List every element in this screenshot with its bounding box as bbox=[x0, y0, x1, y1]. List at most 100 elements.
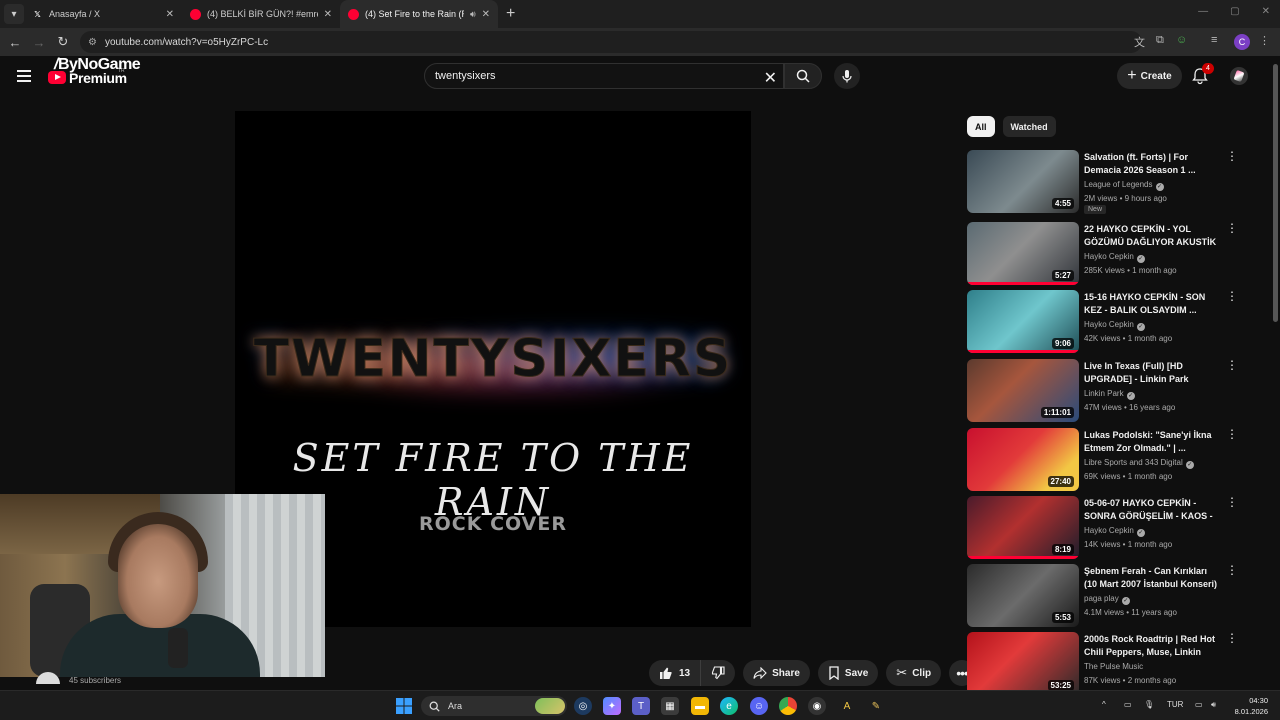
microphone-icon[interactable]: 🎙︎ bbox=[1144, 700, 1154, 709]
video-title[interactable]: 15-16 HAYKO CEPKİN - SON KEZ - BALIK OLS… bbox=[1084, 291, 1219, 317]
scrollbar-thumb[interactable] bbox=[1273, 64, 1278, 322]
close-icon[interactable]: ✕ bbox=[166, 9, 174, 20]
minimize-icon[interactable]: — bbox=[1198, 6, 1208, 17]
video-thumbnail[interactable]: 1:11:01 bbox=[967, 359, 1079, 422]
audio-icon[interactable]: 🔊︎ bbox=[470, 9, 476, 20]
video-title[interactable]: Salvation (ft. Forts) | For Demacia 2026… bbox=[1084, 151, 1219, 177]
clip-button[interactable]: ✂ Clip bbox=[886, 660, 942, 686]
discord-icon[interactable]: ☺ bbox=[750, 697, 768, 715]
recommendation-item[interactable]: 9:06 15-16 HAYKO CEPKİN - SON KEZ - BALIK… bbox=[967, 290, 1247, 353]
forward-icon[interactable]: → bbox=[27, 35, 51, 50]
back-icon[interactable]: ← bbox=[3, 35, 27, 50]
tab-search-button[interactable]: ▾ bbox=[4, 4, 24, 24]
video-thumbnail[interactable]: 8:19 bbox=[967, 496, 1079, 559]
hamburger-menu-icon[interactable] bbox=[17, 70, 31, 82]
channel-name[interactable]: Linkin Park ✓ bbox=[1084, 389, 1135, 400]
video-title[interactable]: 05-06-07 HAYKO CEPKİN - SONRA GÖRÜŞELİM … bbox=[1084, 497, 1219, 524]
chevron-up-icon[interactable]: ^ bbox=[1102, 700, 1106, 709]
app-icon[interactable]: ◎ bbox=[574, 697, 592, 715]
browser-tab[interactable]: 𝕏 Anasayfa / X ✕ bbox=[24, 0, 182, 28]
channel-name[interactable]: Hayko Cepkin ✓ bbox=[1084, 252, 1145, 263]
video-thumbnail[interactable]: 4:55 bbox=[967, 150, 1079, 213]
video-thumbnail[interactable]: 5:53 bbox=[967, 564, 1079, 627]
taskbar-search[interactable]: Ara bbox=[421, 696, 567, 716]
kebab-menu-icon[interactable]: ⋮ bbox=[1226, 428, 1238, 440]
recommendation-item[interactable]: 5:53 Şebnem Ferah - Can Kırıkları (10 Mar… bbox=[967, 564, 1247, 627]
recommendation-item[interactable]: 8:19 05-06-07 HAYKO CEPKİN - SONRA GÖRÜŞE… bbox=[967, 496, 1247, 559]
video-title[interactable]: Lukas Podolski: "Sane'yi İkna Etmem Zor … bbox=[1084, 429, 1219, 455]
channel-name[interactable]: Hayko Cepkin ✓ bbox=[1084, 320, 1145, 331]
recommendation-item[interactable]: 27:40 Lukas Podolski: "Sane'yi İkna Etmem… bbox=[967, 428, 1247, 491]
close-icon[interactable]: ✕ bbox=[482, 9, 490, 20]
video-title[interactable]: 22 HAYKO CEPKİN - YOL GÖZÜMÜ DAĞLIYOR AK… bbox=[1084, 223, 1219, 250]
video-title[interactable]: 2000s Rock Roadtrip | Red Hot Chili Pepp… bbox=[1084, 633, 1219, 660]
kebab-menu-icon[interactable]: ⋮ bbox=[1226, 632, 1238, 644]
close-icon[interactable]: ✕ bbox=[324, 9, 332, 20]
kebab-menu-icon[interactable]: ⋮ bbox=[1226, 496, 1238, 508]
network-icon[interactable]: ▭ bbox=[1124, 700, 1132, 709]
reload-icon[interactable]: ↻ bbox=[51, 34, 75, 50]
maximize-icon[interactable]: ▢ bbox=[1230, 6, 1239, 17]
video-thumbnail[interactable]: 27:40 bbox=[967, 428, 1079, 491]
chrome-icon[interactable] bbox=[779, 697, 797, 715]
close-window-icon[interactable]: ✕ bbox=[1262, 6, 1270, 17]
copilot-icon[interactable]: ✦ bbox=[603, 697, 621, 715]
obs-icon[interactable]: ◉ bbox=[808, 697, 826, 715]
recommendation-item[interactable]: 53:25 2000s Rock Roadtrip | Red Hot Chili… bbox=[967, 632, 1247, 695]
browser-tab[interactable]: (4) BELKİ BİR GÜN?! #emreaydı ✕ bbox=[182, 0, 340, 28]
video-title[interactable]: Şebnem Ferah - Can Kırıkları (10 Mart 20… bbox=[1084, 565, 1219, 591]
recommendation-item[interactable]: 5:27 22 HAYKO CEPKİN - YOL GÖZÜMÜ DAĞLIYO… bbox=[967, 222, 1247, 285]
system-clock[interactable]: 04:30 8.01.2026 bbox=[1232, 695, 1268, 717]
create-button[interactable]: + Create bbox=[1117, 63, 1182, 89]
dislike-button[interactable] bbox=[701, 660, 735, 686]
recommendation-item[interactable]: 1:11:01 Live In Texas (Full) [HD UPGRADE]… bbox=[967, 359, 1247, 422]
video-title[interactable]: Live In Texas (Full) [HD UPGRADE] - Link… bbox=[1084, 360, 1219, 386]
voice-search-button[interactable] bbox=[834, 63, 860, 89]
video-thumbnail[interactable]: 9:06 bbox=[967, 290, 1079, 353]
clear-search-icon[interactable]: ✕ bbox=[764, 68, 777, 88]
save-button[interactable]: Save bbox=[817, 660, 879, 686]
notes-icon[interactable]: ✎ bbox=[867, 697, 885, 715]
kebab-menu-icon[interactable]: ⋮ bbox=[1226, 150, 1238, 162]
windows-start-icon[interactable] bbox=[395, 697, 413, 715]
channel-name[interactable]: The Pulse Music bbox=[1084, 662, 1143, 671]
teams-icon[interactable]: T bbox=[632, 697, 650, 715]
channel-name[interactable]: paga play ✓ bbox=[1084, 594, 1130, 605]
chip-all[interactable]: All bbox=[967, 116, 995, 137]
kebab-menu-icon[interactable]: ⋮ bbox=[1226, 290, 1238, 302]
menu-icon[interactable]: ⋮ bbox=[1259, 34, 1270, 47]
kebab-menu-icon[interactable]: ⋮ bbox=[1226, 222, 1238, 234]
notifications-button[interactable]: 4 bbox=[1192, 63, 1214, 85]
app-icon-a[interactable]: A bbox=[838, 697, 856, 715]
url-bar[interactable]: ⚙ youtube.com/watch?v=o5HyZrPC-Lc bbox=[80, 31, 1142, 53]
kebab-menu-icon[interactable]: ⋮ bbox=[1226, 359, 1238, 371]
volume-icon[interactable]: 🔊︎ bbox=[1211, 700, 1216, 710]
search-button[interactable] bbox=[784, 63, 822, 89]
cast-icon[interactable]: ⧉ bbox=[1156, 34, 1164, 47]
page-scrollbar[interactable] bbox=[1271, 56, 1280, 690]
file-explorer-icon[interactable]: ▬ bbox=[691, 697, 709, 715]
account-avatar[interactable] bbox=[1230, 67, 1248, 85]
new-tab-button[interactable]: + bbox=[506, 5, 515, 23]
kebab-menu-icon[interactable]: ⋮ bbox=[1226, 564, 1238, 576]
store-icon[interactable]: ▦ bbox=[661, 697, 679, 715]
search-input[interactable]: twentysixers ✕ bbox=[424, 63, 784, 89]
extension-icon[interactable]: ☺ bbox=[1176, 34, 1187, 46]
profile-avatar[interactable]: C bbox=[1234, 34, 1250, 50]
video-thumbnail[interactable]: 5:27 bbox=[967, 222, 1079, 285]
media-control-icon[interactable]: ≡ bbox=[1211, 34, 1217, 46]
recommendation-item[interactable]: 4:55 Salvation (ft. Forts) | For Demacia … bbox=[967, 150, 1247, 214]
channel-name[interactable]: Libre Sports and 343 Digital ✓ bbox=[1084, 458, 1194, 469]
translate-icon[interactable]: 文 bbox=[1134, 34, 1145, 50]
site-info-icon[interactable]: ⚙ bbox=[88, 37, 97, 48]
share-button[interactable]: Share bbox=[743, 660, 810, 686]
channel-name[interactable]: League of Legends ✓ bbox=[1084, 180, 1164, 191]
browser-tab-active[interactable]: (4) Set Fire to the Rain (Roc 🔊︎ ✕ bbox=[340, 0, 498, 28]
chip-watched[interactable]: Watched bbox=[1002, 116, 1056, 137]
channel-name[interactable]: Hayko Cepkin ✓ bbox=[1084, 526, 1145, 537]
edge-icon[interactable]: e bbox=[720, 697, 738, 715]
video-thumbnail[interactable]: 53:25 bbox=[967, 632, 1079, 695]
like-button[interactable]: 13 bbox=[649, 660, 702, 686]
language-indicator[interactable]: TUR bbox=[1167, 700, 1183, 709]
monitor-icon[interactable]: ▭ bbox=[1195, 700, 1203, 709]
